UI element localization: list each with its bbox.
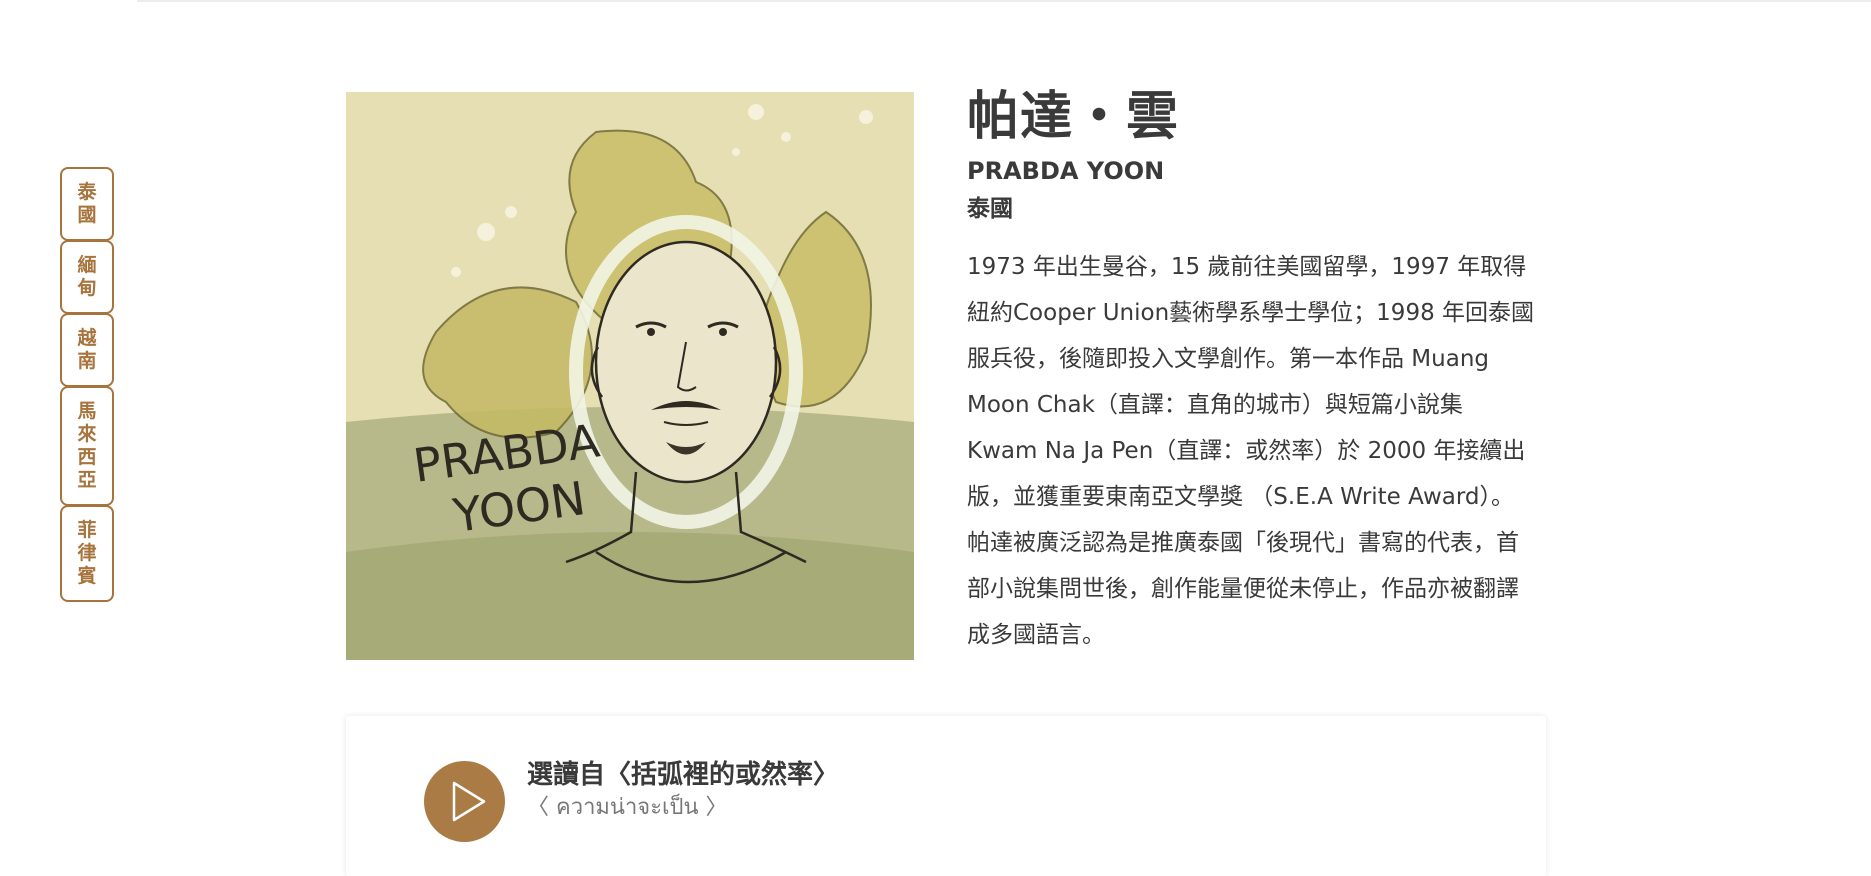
country-tab-char: 來 xyxy=(77,423,97,445)
bio-line: 服兵役，後隨即投入文學創作。第一本作品 Muang xyxy=(967,346,1490,372)
author-bio: 1973 年出生曼谷，15 歲前往美國留學，1997 年取得 紐約Cooper … xyxy=(967,244,1547,658)
country-tab-char: 亞 xyxy=(77,469,97,491)
bio-line: 部小說集問世後，創作能量便從未停止，作品亦被翻譯 xyxy=(967,576,1519,602)
country-tab-char: 國 xyxy=(77,204,97,226)
country-tab-char: 甸 xyxy=(77,277,97,299)
play-icon xyxy=(452,781,486,822)
bio-line: 成多國語言。 xyxy=(967,622,1105,648)
country-tab-char: 泰 xyxy=(77,181,97,203)
country-nav: 泰 國 緬 甸 越 南 馬 來 西 亞 菲 律 賓 xyxy=(60,167,114,602)
reading-title: 選讀自〈括弧裡的或然率〉 xyxy=(527,760,840,790)
bio-line: Moon Chak（直譯：直角的城市）與短篇小說集 xyxy=(967,392,1463,418)
country-tab-myanmar[interactable]: 緬 甸 xyxy=(60,240,114,314)
country-tab-malaysia[interactable]: 馬 來 西 亞 xyxy=(60,386,114,506)
bio-line: 紐約Cooper Union藝術學系學士學位；1998 年回泰國 xyxy=(967,300,1535,326)
country-tab-vietnam[interactable]: 越 南 xyxy=(60,313,114,387)
author-name-zh: 帕達・雲 xyxy=(967,87,1180,147)
bio-line: 版，並獲重要東南亞文學獎 （S.E.A Write Award）。 xyxy=(967,484,1515,510)
bio-line: 1973 年出生曼谷，15 歲前往美國留學，1997 年取得 xyxy=(967,254,1527,280)
reading-subtitle: 〈 ความน่าจะเป็น 〉 xyxy=(527,795,728,820)
country-tab-char: 菲 xyxy=(77,519,97,541)
play-button[interactable] xyxy=(424,761,505,842)
country-tab-char: 賓 xyxy=(77,565,97,587)
country-tab-char: 緬 xyxy=(77,254,97,276)
author-country: 泰國 xyxy=(967,196,1013,222)
country-tab-char: 律 xyxy=(77,542,97,564)
author-name-en: PRABDA YOON xyxy=(967,157,1165,185)
country-tab-char: 南 xyxy=(77,350,97,372)
portrait-illustration: PRABDA YOON xyxy=(346,92,914,660)
bio-line: Kwam Na Ja Pen（直譯：或然率）於 2000 年接續出 xyxy=(967,438,1526,464)
top-divider xyxy=(137,0,1871,2)
country-tab-char: 馬 xyxy=(77,400,97,422)
bio-line: 帕達被廣泛認為是推廣泰國「後現代」書寫的代表，首 xyxy=(967,530,1519,556)
author-info: 帕達・雲 PRABDA YOON 泰國 1973 年出生曼谷，15 歲前往美國留… xyxy=(967,84,1547,658)
country-tab-thailand[interactable]: 泰 國 xyxy=(60,167,114,241)
country-tab-char: 西 xyxy=(77,446,97,468)
country-tab-philippines[interactable]: 菲 律 賓 xyxy=(60,505,114,602)
country-tab-char: 越 xyxy=(77,327,97,349)
reading-card: 選讀自〈括弧裡的或然率〉 〈 ความน่าจะเป็น 〉 xyxy=(346,716,1546,876)
author-portrait: PRABDA YOON xyxy=(346,92,914,660)
